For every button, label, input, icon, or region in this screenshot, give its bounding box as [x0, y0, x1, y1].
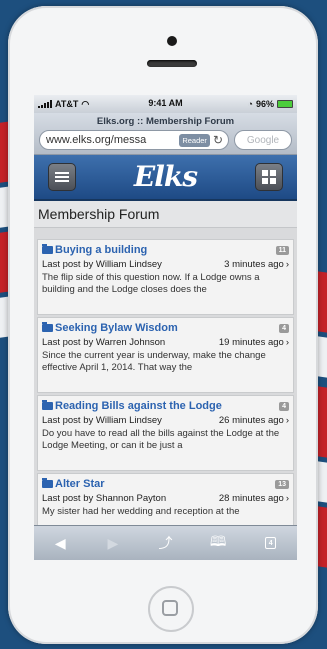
status-bar: AT&T ◠ 9:41 AM ◔ 96%: [34, 95, 297, 113]
grid-menu-button[interactable]: [255, 163, 283, 191]
post-title[interactable]: Alter Star: [55, 478, 105, 490]
browser-toolbar: Elks.org :: Membership Forum www.elks.or…: [34, 113, 297, 155]
grid-icon: [262, 170, 276, 184]
url-text: www.elks.org/messa: [46, 134, 147, 146]
post-excerpt: My sister had her wedding and reception …: [42, 506, 240, 517]
phone-screen: AT&T ◠ 9:41 AM ◔ 96% Elks.org :: Members…: [34, 95, 297, 560]
post-time: 26 minutes ago: [218, 415, 284, 426]
reply-count-badge: 4: [279, 401, 289, 411]
folder-icon: [42, 322, 53, 332]
home-button[interactable]: [148, 586, 194, 632]
folder-icon: [42, 400, 53, 410]
tabs-icon: 4: [265, 537, 277, 549]
post-title[interactable]: Reading Bills against the Lodge: [55, 400, 222, 412]
post-time: 3 minutes ago: [224, 259, 284, 270]
share-icon: ⤴: [158, 535, 173, 551]
chevron-right-icon: ›: [285, 259, 289, 270]
post-title[interactable]: Seeking Bylaw Wisdom: [55, 322, 178, 334]
reload-icon[interactable]: ↻: [213, 133, 223, 147]
forward-button[interactable]: ▶: [99, 531, 127, 555]
last-post-by: Last post by William Lindsey: [42, 259, 162, 270]
forum-heading: Membership Forum: [34, 201, 297, 228]
list-item[interactable]: Seeking Bylaw Wisdom 4 Last post by Warr…: [37, 317, 294, 393]
post-time: 28 minutes ago: [218, 493, 284, 504]
reader-button[interactable]: Reader: [179, 133, 210, 147]
site-header: Elks: [34, 155, 297, 201]
front-camera: [167, 36, 177, 46]
list-item[interactable]: Reading Bills against the Lodge 4 Last p…: [37, 395, 294, 471]
book-icon: 🕮: [209, 533, 227, 549]
folder-icon: [42, 244, 53, 254]
browser-bottom-toolbar: ◀ ▶ ⤴ 🕮 4: [34, 525, 297, 560]
chevron-right-icon: ›: [285, 493, 289, 504]
list-item[interactable]: Alter Star 13 Last post by Shannon Payto…: [37, 473, 294, 533]
last-post-by: Last post by Warren Johnson: [42, 337, 166, 348]
folder-icon: [42, 478, 53, 488]
post-excerpt: Do you have to read all the bills agains…: [42, 428, 280, 451]
clock: 9:41 AM: [148, 98, 183, 108]
tabs-button[interactable]: 4: [257, 531, 285, 555]
reply-count-badge: 11: [275, 245, 289, 255]
chevron-right-icon: ›: [285, 337, 289, 348]
list-item[interactable]: Buying a building 11 Last post by Willia…: [37, 239, 294, 315]
reply-count-badge: 4: [279, 323, 289, 333]
reply-count-badge: 13: [275, 479, 289, 489]
post-title[interactable]: Buying a building: [55, 244, 147, 256]
address-bar[interactable]: www.elks.org/messa Reader ↻: [39, 130, 229, 150]
back-button[interactable]: ◀: [46, 531, 74, 555]
last-post-by: Last post by William Lindsey: [42, 415, 162, 426]
page-title: Elks.org :: Membership Forum: [96, 116, 235, 127]
share-button[interactable]: ⤴: [151, 531, 179, 555]
post-excerpt: Since the current year is underway, make…: [42, 350, 266, 373]
last-post-by: Last post by Shannon Payton: [42, 493, 167, 504]
search-input[interactable]: Google: [234, 130, 292, 150]
post-excerpt: The flip side of this question now. If a…: [42, 272, 260, 295]
chevron-right-icon: ›: [285, 415, 289, 426]
bookmarks-button[interactable]: 🕮: [204, 531, 232, 555]
earpiece-speaker: [147, 60, 197, 67]
post-time: 19 minutes ago: [218, 337, 284, 348]
